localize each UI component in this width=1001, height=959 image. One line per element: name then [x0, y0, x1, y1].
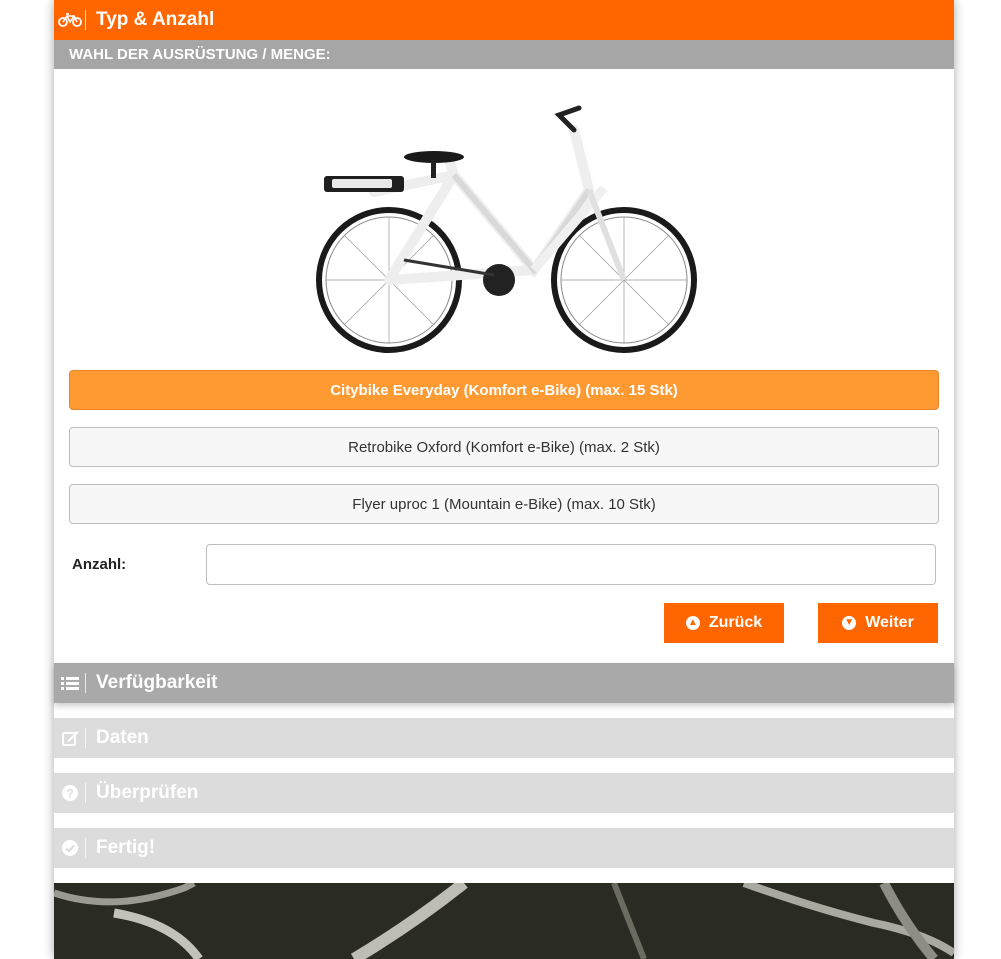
- check-circle-icon: [57, 828, 83, 868]
- back-button[interactable]: ▲ Zurück: [664, 603, 784, 643]
- edit-icon: [57, 718, 83, 758]
- arrow-down-circle-icon: ▼: [842, 616, 857, 630]
- bicycle-icon: [57, 0, 83, 40]
- header-separator: [85, 838, 86, 858]
- header-separator: [85, 728, 86, 748]
- next-button[interactable]: ▼ Weiter: [818, 603, 938, 643]
- quantity-label: Anzahl:: [72, 556, 127, 573]
- header-separator: [85, 10, 86, 30]
- step-title: Fertig!: [96, 837, 156, 858]
- equipment-option-citybike[interactable]: Citybike Everyday (Komfort e-Bike) (max.…: [69, 370, 939, 410]
- section-subtitle: WAHL DER AUSRÜSTUNG / MENGE:: [54, 40, 954, 69]
- step-header-done: Fertig!: [54, 828, 954, 868]
- step-header-review: ? Überprüfen: [54, 773, 954, 813]
- equipment-option-flyer[interactable]: Flyer uproc 1 (Mountain e-Bike) (max. 10…: [69, 484, 939, 524]
- next-button-label: Weiter: [865, 614, 914, 631]
- step-header-availability[interactable]: Verfügbarkeit: [54, 663, 954, 703]
- header-separator: [85, 673, 86, 693]
- equipment-option-retrobike[interactable]: Retrobike Oxford (Komfort e-Bike) (max. …: [69, 427, 939, 467]
- booking-panel: Typ & Anzahl WAHL DER AUSRÜSTUNG / MENGE…: [54, 0, 954, 959]
- step-title: Verfügbarkeit: [96, 672, 218, 693]
- step-header-type[interactable]: Typ & Anzahl: [54, 0, 954, 40]
- list-icon: [57, 663, 83, 703]
- step-header-data: Daten: [54, 718, 954, 758]
- step-title: Überprüfen: [96, 782, 199, 803]
- header-separator: [85, 783, 86, 803]
- quantity-input[interactable]: [206, 544, 936, 585]
- svg-text:?: ?: [66, 787, 73, 801]
- background-photo: [54, 883, 954, 959]
- arrow-up-circle-icon: ▲: [685, 616, 700, 630]
- question-circle-icon: ?: [57, 773, 83, 813]
- step-title: Typ & Anzahl: [96, 9, 215, 30]
- step-title: Daten: [96, 727, 149, 748]
- bike-image: [316, 105, 697, 353]
- back-button-label: Zurück: [708, 614, 763, 631]
